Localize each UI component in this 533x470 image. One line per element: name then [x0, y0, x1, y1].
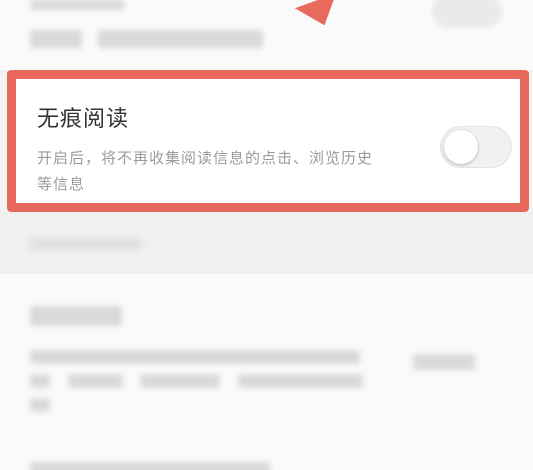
toggle-knob [444, 130, 478, 164]
blurred-value [413, 354, 475, 370]
blurred-toggle[interactable] [432, 0, 502, 28]
blurred-text [30, 30, 82, 48]
blurred-text [238, 374, 363, 388]
blurred-text [30, 306, 122, 326]
blurred-text [30, 0, 125, 10]
blurred-text [30, 398, 50, 412]
settings-screen: 无痕阅读 开启后，将不再收集阅读信息的点击、浏览历史等信息 [0, 0, 533, 470]
blurred-section-header [0, 212, 533, 274]
private-reading-toggle[interactable] [440, 126, 512, 168]
blurred-text [98, 30, 263, 48]
blurred-setting-row-top [0, 0, 533, 70]
private-reading-setting: 无痕阅读 开启后，将不再收集阅读信息的点击、浏览历史等信息 [7, 70, 529, 212]
blurred-text [68, 374, 123, 388]
blurred-text [30, 350, 360, 364]
blurred-text [30, 374, 50, 388]
blurred-text [140, 374, 220, 388]
private-reading-title: 无痕阅读 [37, 107, 130, 132]
blurred-text [30, 462, 270, 470]
private-reading-description: 开启后，将不再收集阅读信息的点击、浏览历史等信息 [37, 149, 374, 193]
blurred-setting-row-bottom [0, 274, 533, 470]
blurred-text [30, 238, 142, 250]
